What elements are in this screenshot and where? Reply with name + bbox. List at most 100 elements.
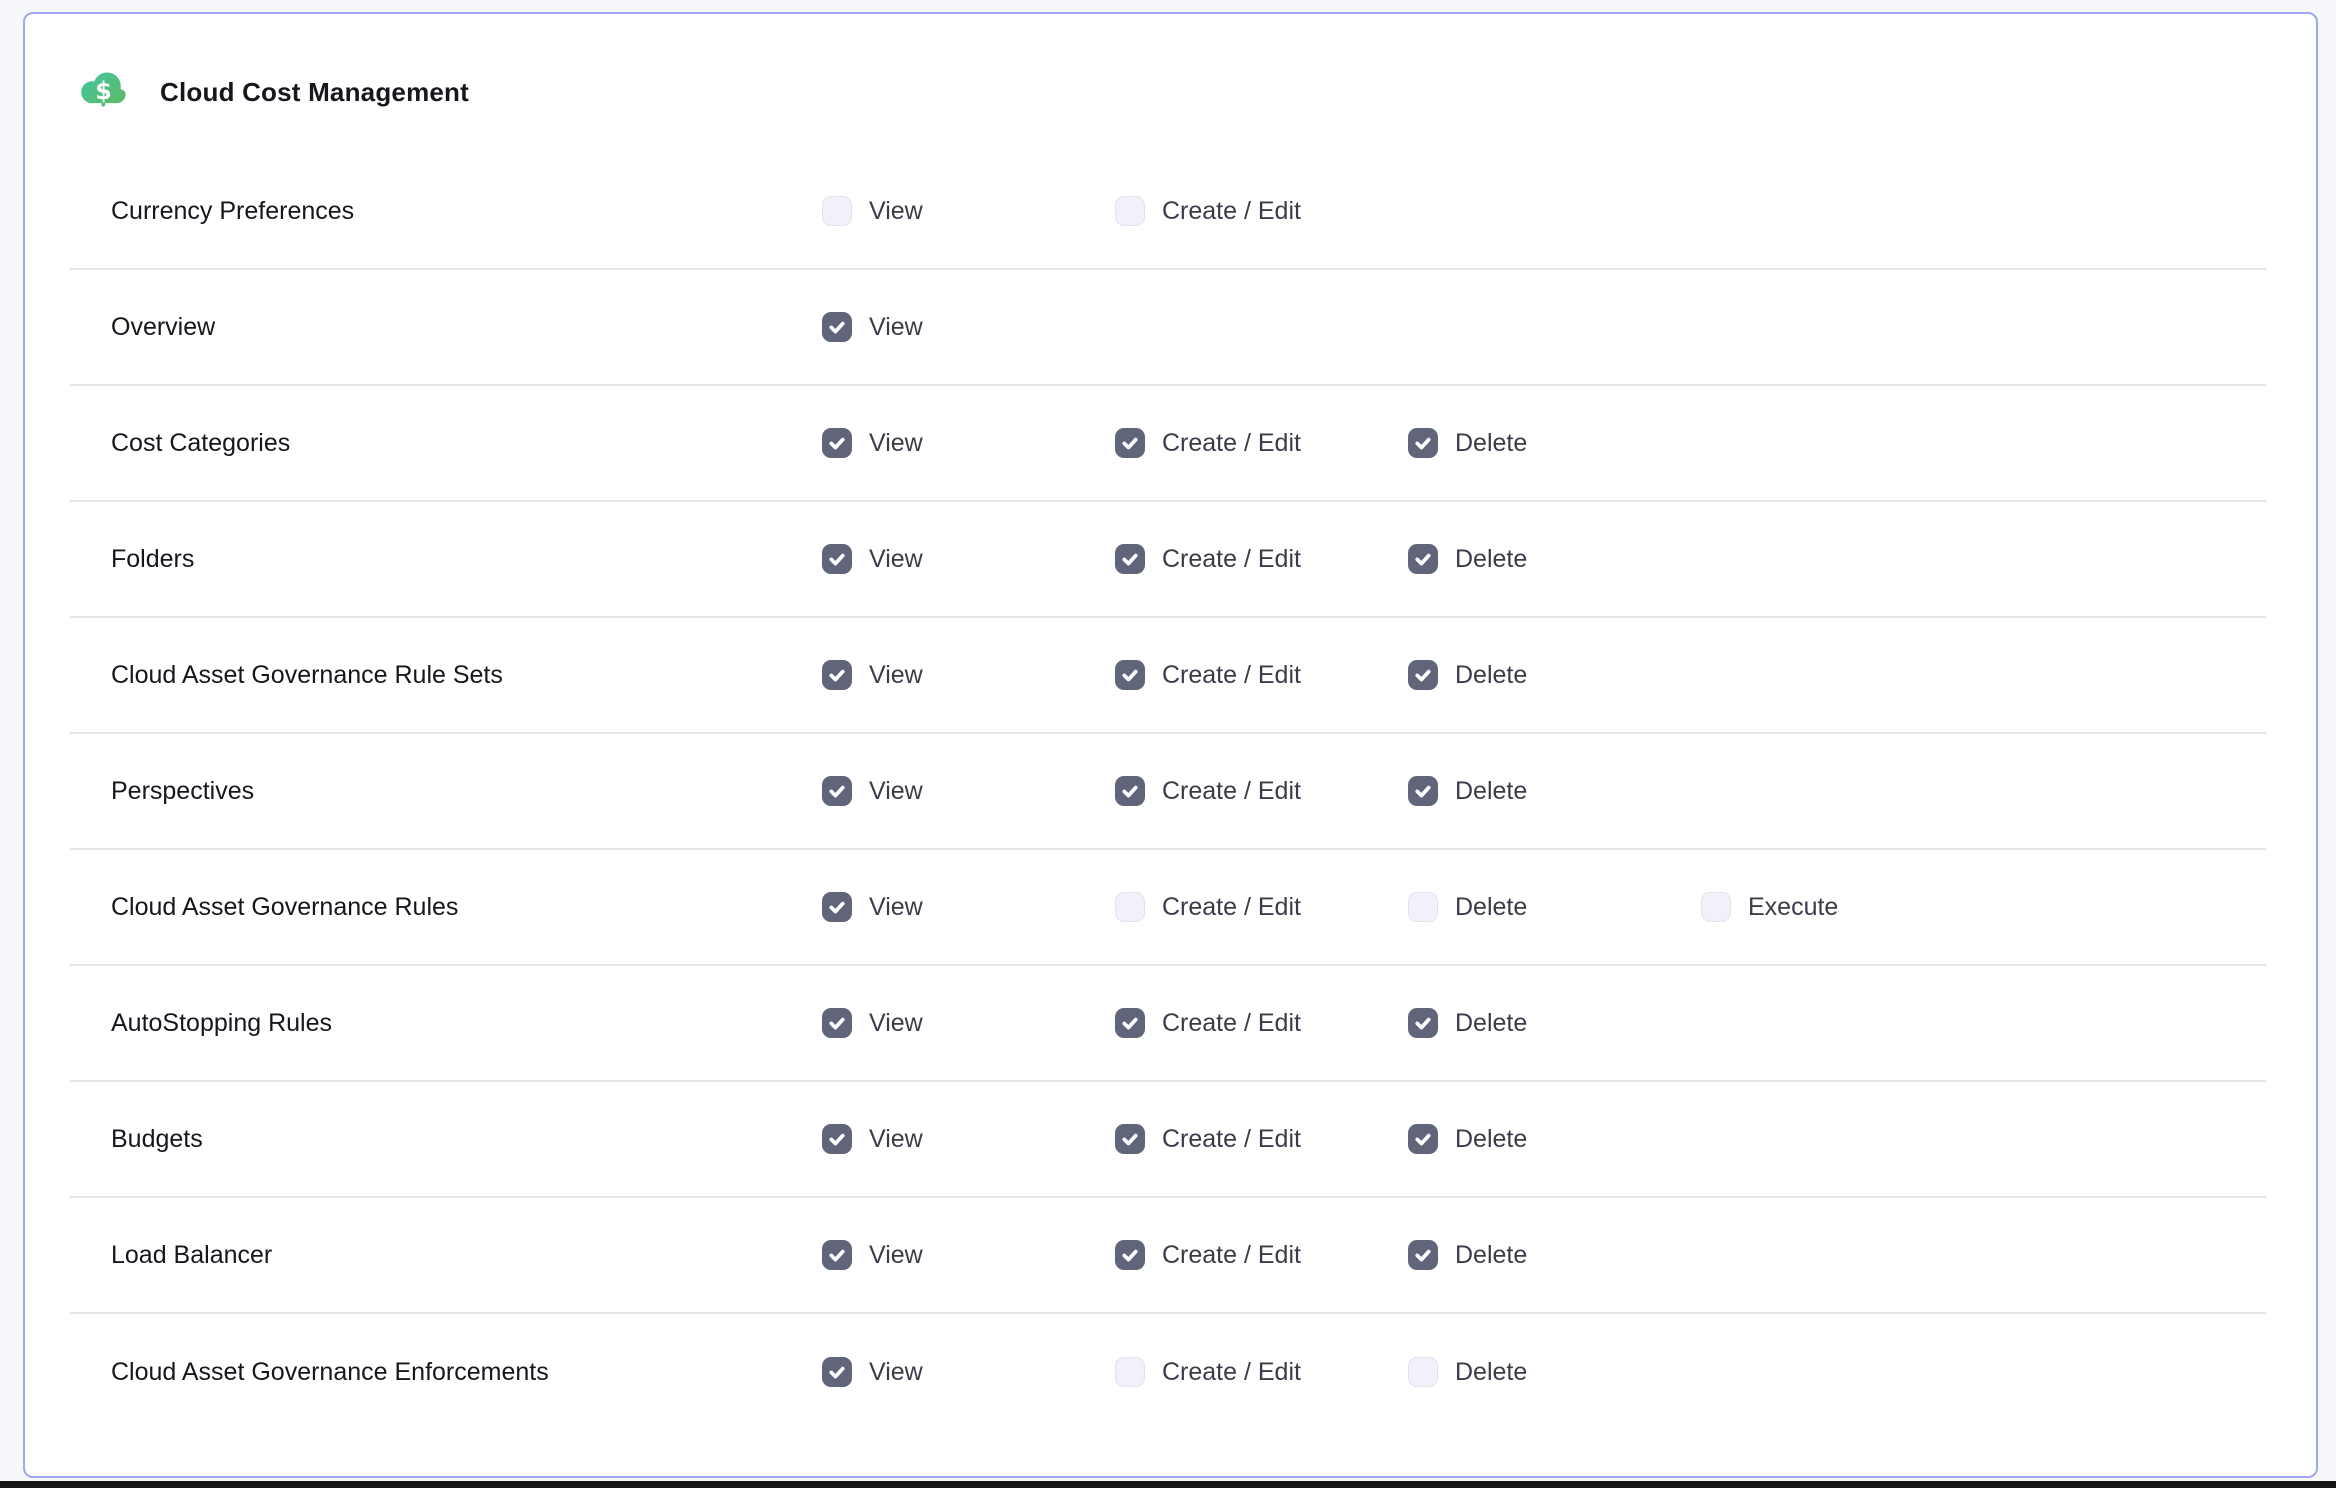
permission-cell-delete: Delete xyxy=(1408,428,1701,458)
checkbox-create-edit[interactable] xyxy=(1115,544,1145,574)
checkbox-create-edit[interactable] xyxy=(1115,892,1145,922)
permission-cell-view: View xyxy=(822,1240,1115,1270)
checkbox-view[interactable] xyxy=(822,660,852,690)
permission-row: Cloud Asset Governance Rules View Create /… xyxy=(70,850,2266,966)
bottom-edge-bar xyxy=(0,1481,2336,1488)
checkbox-create-edit[interactable] xyxy=(1115,660,1145,690)
checkbox-delete[interactable] xyxy=(1408,544,1438,574)
permission-label: View xyxy=(869,661,923,690)
permission-row: PerspectivesViewCreate / Edit Delete xyxy=(70,734,2266,850)
permission-cell-execute: Execute xyxy=(1701,892,1994,922)
checkbox-view[interactable] xyxy=(822,544,852,574)
permission-label: Delete xyxy=(1455,1358,1527,1387)
checkbox-view[interactable] xyxy=(822,1240,852,1270)
permission-row: Cloud Asset Governance Rule Sets View Crea… xyxy=(70,618,2266,734)
permission-cell-delete: Delete xyxy=(1408,544,1701,574)
permission-cell-create-edit: Create / Edit xyxy=(1115,1240,1408,1270)
module-title: Cloud Cost Management xyxy=(160,77,469,108)
permission-label: Execute xyxy=(1748,893,1838,922)
permission-row: Load Balancer View Create / Edit Delete xyxy=(70,1198,2266,1314)
permission-label: Delete xyxy=(1455,1241,1527,1270)
permissions-panel: $ Cloud Cost Management Currency Prefere… xyxy=(23,12,2318,1478)
permission-label: View xyxy=(869,197,923,226)
permission-cell-delete: Delete xyxy=(1408,1240,1701,1270)
checkbox-delete[interactable] xyxy=(1408,1008,1438,1038)
permission-cell-create-edit: Create / Edit xyxy=(1115,1008,1408,1038)
checkbox-view[interactable] xyxy=(822,1357,852,1387)
permission-label: View xyxy=(869,313,923,342)
checkbox-delete[interactable] xyxy=(1408,428,1438,458)
permission-label: Create / Edit xyxy=(1162,197,1301,226)
permission-label: Create / Edit xyxy=(1162,1241,1301,1270)
permission-cell-create-edit: Create / Edit xyxy=(1115,660,1408,690)
checkbox-execute[interactable] xyxy=(1701,892,1731,922)
permission-cell-create-edit: Create / Edit xyxy=(1115,196,1408,226)
permission-label: Create / Edit xyxy=(1162,893,1301,922)
permission-label: Delete xyxy=(1455,777,1527,806)
permission-cell-view: View xyxy=(822,1124,1115,1154)
permission-cell-view: View xyxy=(822,544,1115,574)
permission-cell-view: View xyxy=(822,312,1115,342)
permission-cell-create-edit: Create / Edit xyxy=(1115,1357,1408,1387)
permission-label: View xyxy=(869,893,923,922)
permission-cell-view: View xyxy=(822,428,1115,458)
permission-label: View xyxy=(869,429,923,458)
permission-cell-create-edit: Create / Edit xyxy=(1115,892,1408,922)
checkbox-view[interactable] xyxy=(822,1124,852,1154)
permission-label: Create / Edit xyxy=(1162,429,1301,458)
module-header: $ Cloud Cost Management xyxy=(25,14,2316,116)
resource-label: Load Balancer xyxy=(111,1241,822,1270)
resource-label: Currency Preferences xyxy=(111,197,822,226)
permission-cell-view: View xyxy=(822,660,1115,690)
resource-label: Folders xyxy=(111,545,822,574)
permission-cell-view: View xyxy=(822,1357,1115,1387)
permission-cell-create-edit: Create / Edit xyxy=(1115,776,1408,806)
resource-label: Cloud Asset Governance Rule Sets xyxy=(111,661,822,690)
checkbox-delete[interactable] xyxy=(1408,1357,1438,1387)
checkbox-create-edit[interactable] xyxy=(1115,1124,1145,1154)
checkbox-delete[interactable] xyxy=(1408,1124,1438,1154)
permission-label: View xyxy=(869,1009,923,1038)
permission-cell-create-edit: Create / Edit xyxy=(1115,544,1408,574)
permission-row: Folders View Create / Edit Delete xyxy=(70,502,2266,618)
permission-cell-delete: Delete xyxy=(1408,892,1701,922)
resource-label: Perspectives xyxy=(111,777,822,806)
checkbox-view[interactable] xyxy=(822,312,852,342)
resource-label: Overview xyxy=(111,313,822,342)
permission-cell-view: View xyxy=(822,1008,1115,1038)
cloud-dollar-icon: $ xyxy=(78,68,130,116)
checkbox-view[interactable] xyxy=(822,428,852,458)
permission-label: Delete xyxy=(1455,893,1527,922)
checkbox-create-edit[interactable] xyxy=(1115,1008,1145,1038)
permission-row: BudgetsViewCreate / EditDelete xyxy=(70,1082,2266,1198)
checkbox-view[interactable] xyxy=(822,776,852,806)
checkbox-delete[interactable] xyxy=(1408,892,1438,922)
permission-label: Create / Edit xyxy=(1162,545,1301,574)
checkbox-delete[interactable] xyxy=(1408,776,1438,806)
permission-label: View xyxy=(869,545,923,574)
resource-label: Cloud Asset Governance Enforcements xyxy=(111,1358,822,1387)
permission-label: Delete xyxy=(1455,429,1527,458)
checkbox-delete[interactable] xyxy=(1408,660,1438,690)
permission-row: Cost CategoriesViewCreate / EditDelete xyxy=(70,386,2266,502)
checkbox-create-edit[interactable] xyxy=(1115,1240,1145,1270)
permission-label: View xyxy=(869,1358,923,1387)
checkbox-create-edit[interactable] xyxy=(1115,776,1145,806)
checkbox-view[interactable] xyxy=(822,1008,852,1038)
checkbox-delete[interactable] xyxy=(1408,1240,1438,1270)
permission-row: AutoStopping RulesViewCreate / EditDelet… xyxy=(70,966,2266,1082)
resource-label: Cloud Asset Governance Rules xyxy=(111,893,822,922)
permission-label: View xyxy=(869,1241,923,1270)
permission-cell-view: View xyxy=(822,776,1115,806)
checkbox-create-edit[interactable] xyxy=(1115,428,1145,458)
permission-cell-delete: Delete xyxy=(1408,660,1701,690)
checkbox-create-edit[interactable] xyxy=(1115,1357,1145,1387)
permission-cell-delete: Delete xyxy=(1408,1124,1701,1154)
permission-label: Delete xyxy=(1455,661,1527,690)
permission-cell-delete: Delete xyxy=(1408,1357,1701,1387)
checkbox-create-edit[interactable] xyxy=(1115,196,1145,226)
checkbox-view[interactable] xyxy=(822,892,852,922)
checkbox-view[interactable] xyxy=(822,196,852,226)
permission-cell-view: View xyxy=(822,196,1115,226)
permission-label: View xyxy=(869,1125,923,1154)
